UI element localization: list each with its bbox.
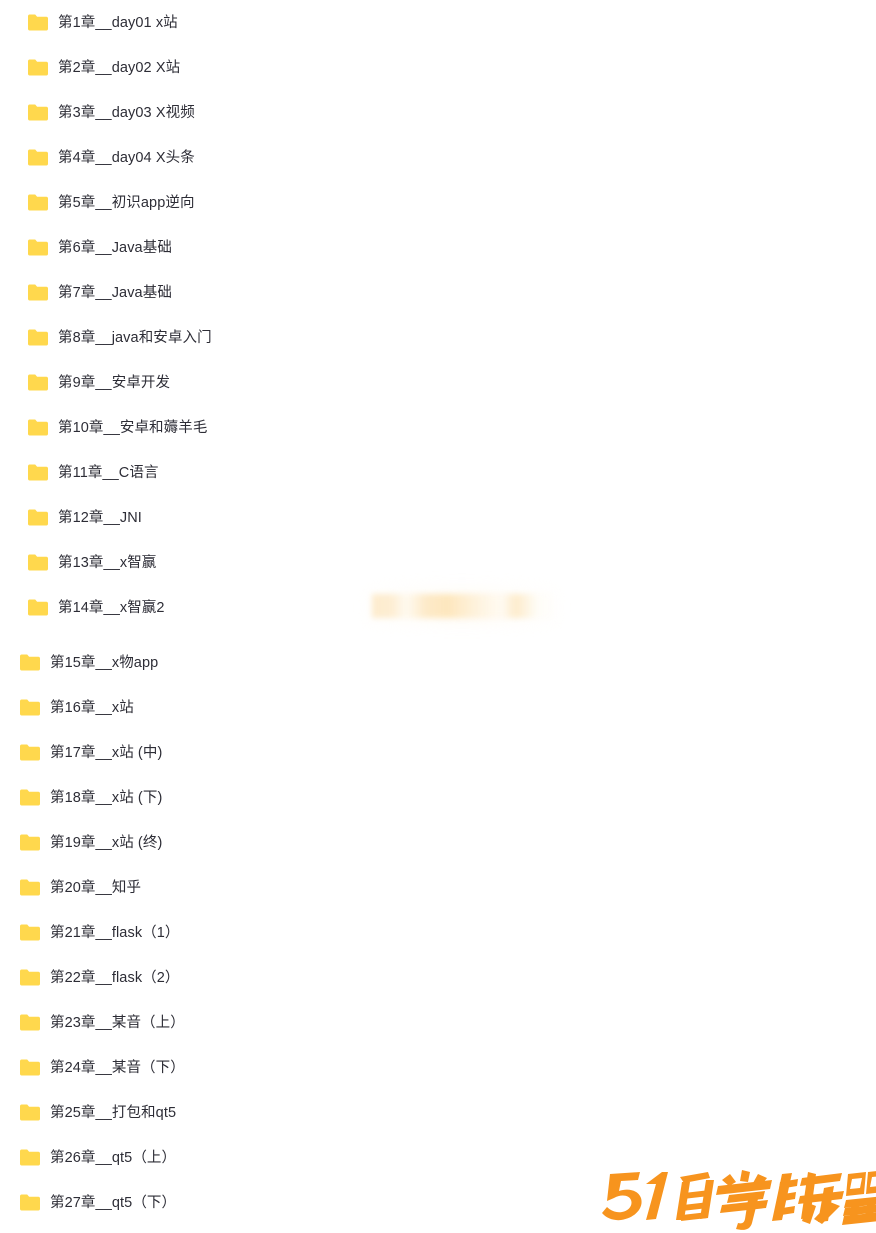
folder-icon xyxy=(28,599,48,616)
folder-list: 第1章__day01 x站 第2章__day02 X站 第3章__day03 X视频… xyxy=(0,0,876,1225)
folder-label: 第26章__qt5（上） xyxy=(50,1149,177,1166)
folder-label: 第19章__x站 (终) xyxy=(50,834,163,851)
folder-label: 第21章__flask（1） xyxy=(50,924,180,941)
folder-list-item[interactable]: 第14章__x智赢2 xyxy=(0,585,876,630)
folder-icon xyxy=(28,284,48,301)
folder-list-item[interactable]: 第22章__flask（2） xyxy=(0,955,876,1000)
folder-label: 第18章__x站 (下) xyxy=(50,789,163,806)
folder-label: 第16章__x站 xyxy=(50,699,134,716)
folder-icon xyxy=(20,924,40,941)
folder-list-item[interactable]: 第19章__x站 (终) xyxy=(0,820,876,865)
folder-list-item[interactable]: 第16章__x站 xyxy=(0,685,876,730)
folder-label: 第9章__安卓开发 xyxy=(58,374,171,391)
folder-list-item[interactable]: 第7章__Java基础 xyxy=(0,270,876,315)
folder-icon xyxy=(28,149,48,166)
folder-icon xyxy=(20,969,40,986)
folder-list-item[interactable]: 第10章__安卓和薅羊毛 xyxy=(0,405,876,450)
folder-list-item[interactable]: 第20章__知乎 xyxy=(0,865,876,910)
folder-label: 第12章__JNI xyxy=(58,509,142,526)
folder-list-item[interactable]: 第13章__x智赢 xyxy=(0,540,876,585)
folder-icon xyxy=(20,1014,40,1031)
folder-label: 第5章__初识app逆向 xyxy=(58,194,195,211)
folder-icon xyxy=(28,14,48,31)
folder-label: 第10章__安卓和薅羊毛 xyxy=(58,419,208,436)
folder-label: 第24章__某音（下） xyxy=(50,1059,185,1076)
folder-label: 第7章__Java基础 xyxy=(58,284,172,301)
folder-list-item[interactable]: 第8章__java和安卓入门 xyxy=(0,315,876,360)
folder-icon xyxy=(20,654,40,671)
folder-list-item[interactable]: 第5章__初识app逆向 xyxy=(0,180,876,225)
folder-label: 第23章__某音（上） xyxy=(50,1014,185,1031)
folder-icon xyxy=(28,104,48,121)
folder-label: 第3章__day03 X视频 xyxy=(58,104,195,121)
folder-list-item[interactable]: 第21章__flask（1） xyxy=(0,910,876,955)
folder-label: 第11章__C语言 xyxy=(58,464,159,481)
folder-icon xyxy=(20,744,40,761)
folder-label: 第8章__java和安卓入门 xyxy=(58,329,212,346)
folder-list-item[interactable]: 第6章__Java基础 xyxy=(0,225,876,270)
folder-label: 第2章__day02 X站 xyxy=(58,59,181,76)
folder-label: 第13章__x智赢 xyxy=(58,554,157,571)
folder-list-item[interactable]: 第9章__安卓开发 xyxy=(0,360,876,405)
folder-label: 第22章__flask（2） xyxy=(50,969,180,986)
folder-icon xyxy=(20,789,40,806)
folder-icon xyxy=(20,1149,40,1166)
folder-label: 第6章__Java基础 xyxy=(58,239,172,256)
folder-list-item[interactable]: 第24章__某音（下） xyxy=(0,1045,876,1090)
folder-list-item[interactable]: 第23章__某音（上） xyxy=(0,1000,876,1045)
folder-label: 第17章__x站 (中) xyxy=(50,744,163,761)
folder-icon xyxy=(28,239,48,256)
folder-label: 第4章__day04 X头条 xyxy=(58,149,195,166)
folder-list-item[interactable]: 第26章__qt5（上） xyxy=(0,1135,876,1180)
folder-label: 第14章__x智赢2 xyxy=(58,599,165,616)
folder-list-item[interactable]: 第17章__x站 (中) xyxy=(0,730,876,775)
folder-label: 第1章__day01 x站 xyxy=(58,14,178,31)
folder-icon xyxy=(28,509,48,526)
folder-icon xyxy=(28,419,48,436)
folder-icon xyxy=(20,879,40,896)
folder-list-item[interactable]: 第4章__day04 X头条 xyxy=(0,135,876,180)
folder-icon xyxy=(28,374,48,391)
folder-icon xyxy=(28,464,48,481)
folder-list-item[interactable]: 第15章__x物app xyxy=(0,640,876,685)
folder-icon xyxy=(28,59,48,76)
folder-icon xyxy=(20,834,40,851)
folder-list-item[interactable]: 第18章__x站 (下) xyxy=(0,775,876,820)
folder-icon xyxy=(20,699,40,716)
folder-icon xyxy=(20,1104,40,1121)
folder-list-item[interactable]: 第27章__qt5（下） xyxy=(0,1180,876,1225)
folder-label: 第27章__qt5（下） xyxy=(50,1194,177,1211)
folder-list-item[interactable]: 第11章__C语言 xyxy=(0,450,876,495)
folder-list-item[interactable]: 第1章__day01 x站 xyxy=(0,0,876,45)
folder-label: 第25章__打包和qt5 xyxy=(50,1104,177,1121)
folder-icon xyxy=(20,1194,40,1211)
folder-icon xyxy=(28,194,48,211)
folder-label: 第15章__x物app xyxy=(50,654,159,671)
folder-list-item[interactable]: 第25章__打包和qt5 xyxy=(0,1090,876,1135)
folder-list-item[interactable]: 第2章__day02 X站 xyxy=(0,45,876,90)
folder-label: 第20章__知乎 xyxy=(50,879,142,896)
folder-icon xyxy=(28,554,48,571)
folder-list-item[interactable]: 第12章__JNI xyxy=(0,495,876,540)
folder-icon xyxy=(28,329,48,346)
folder-icon xyxy=(20,1059,40,1076)
folder-list-item[interactable]: 第3章__day03 X视频 xyxy=(0,90,876,135)
